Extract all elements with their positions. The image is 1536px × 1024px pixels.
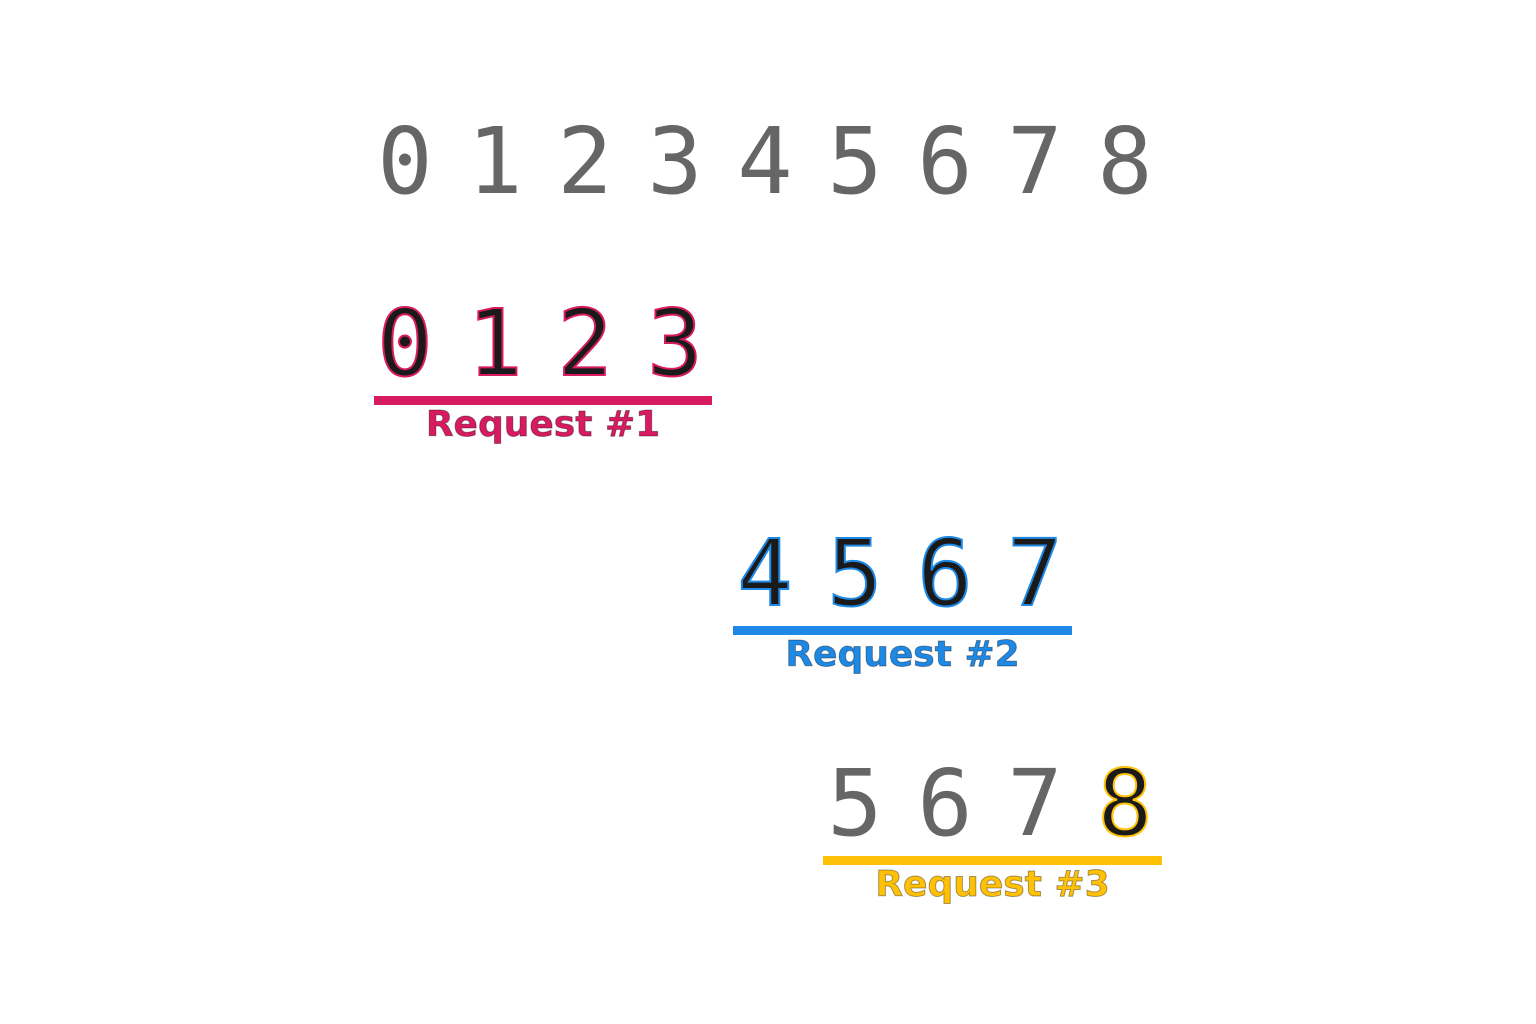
request-digit: 7 xyxy=(1007,750,1063,857)
request-label: Request #1 xyxy=(425,404,661,445)
sequence-row: 0 1 2 3 4 5 6 7 8 xyxy=(0,112,1536,212)
request-digit: 6 xyxy=(916,520,973,627)
request-digits: 0 1 2 3 xyxy=(365,290,725,397)
request-digit: 0 xyxy=(376,290,433,397)
request-label: Request #3 xyxy=(875,864,1110,905)
sequence-digit: 1 xyxy=(467,108,523,215)
sequence-digit: 3 xyxy=(647,108,703,215)
request-label: Request #2 xyxy=(785,634,1020,675)
request-digit: 5 xyxy=(826,520,883,627)
request-digit: 3 xyxy=(646,290,703,397)
request-digit: 8 xyxy=(1096,750,1153,857)
sequence-digit: 8 xyxy=(1097,108,1153,215)
request-digit: 5 xyxy=(827,750,883,857)
sequence-digit: 6 xyxy=(917,108,973,215)
request-digits: 4 5 6 7 xyxy=(725,520,1085,627)
request-digits: 5 6 7 8 xyxy=(815,750,1175,857)
request-digit: 6 xyxy=(917,750,973,857)
sequence-digit: 2 xyxy=(557,108,613,215)
request-digit: 1 xyxy=(466,290,523,397)
sequence-digit: 7 xyxy=(1007,108,1063,215)
request-digit: 7 xyxy=(1006,520,1063,627)
sequence-digit: 5 xyxy=(827,108,883,215)
request-digit: 2 xyxy=(556,290,613,397)
sequence-digit: 4 xyxy=(737,108,793,215)
request-digit: 4 xyxy=(736,520,793,627)
sequence-digit: 0 xyxy=(377,108,433,215)
